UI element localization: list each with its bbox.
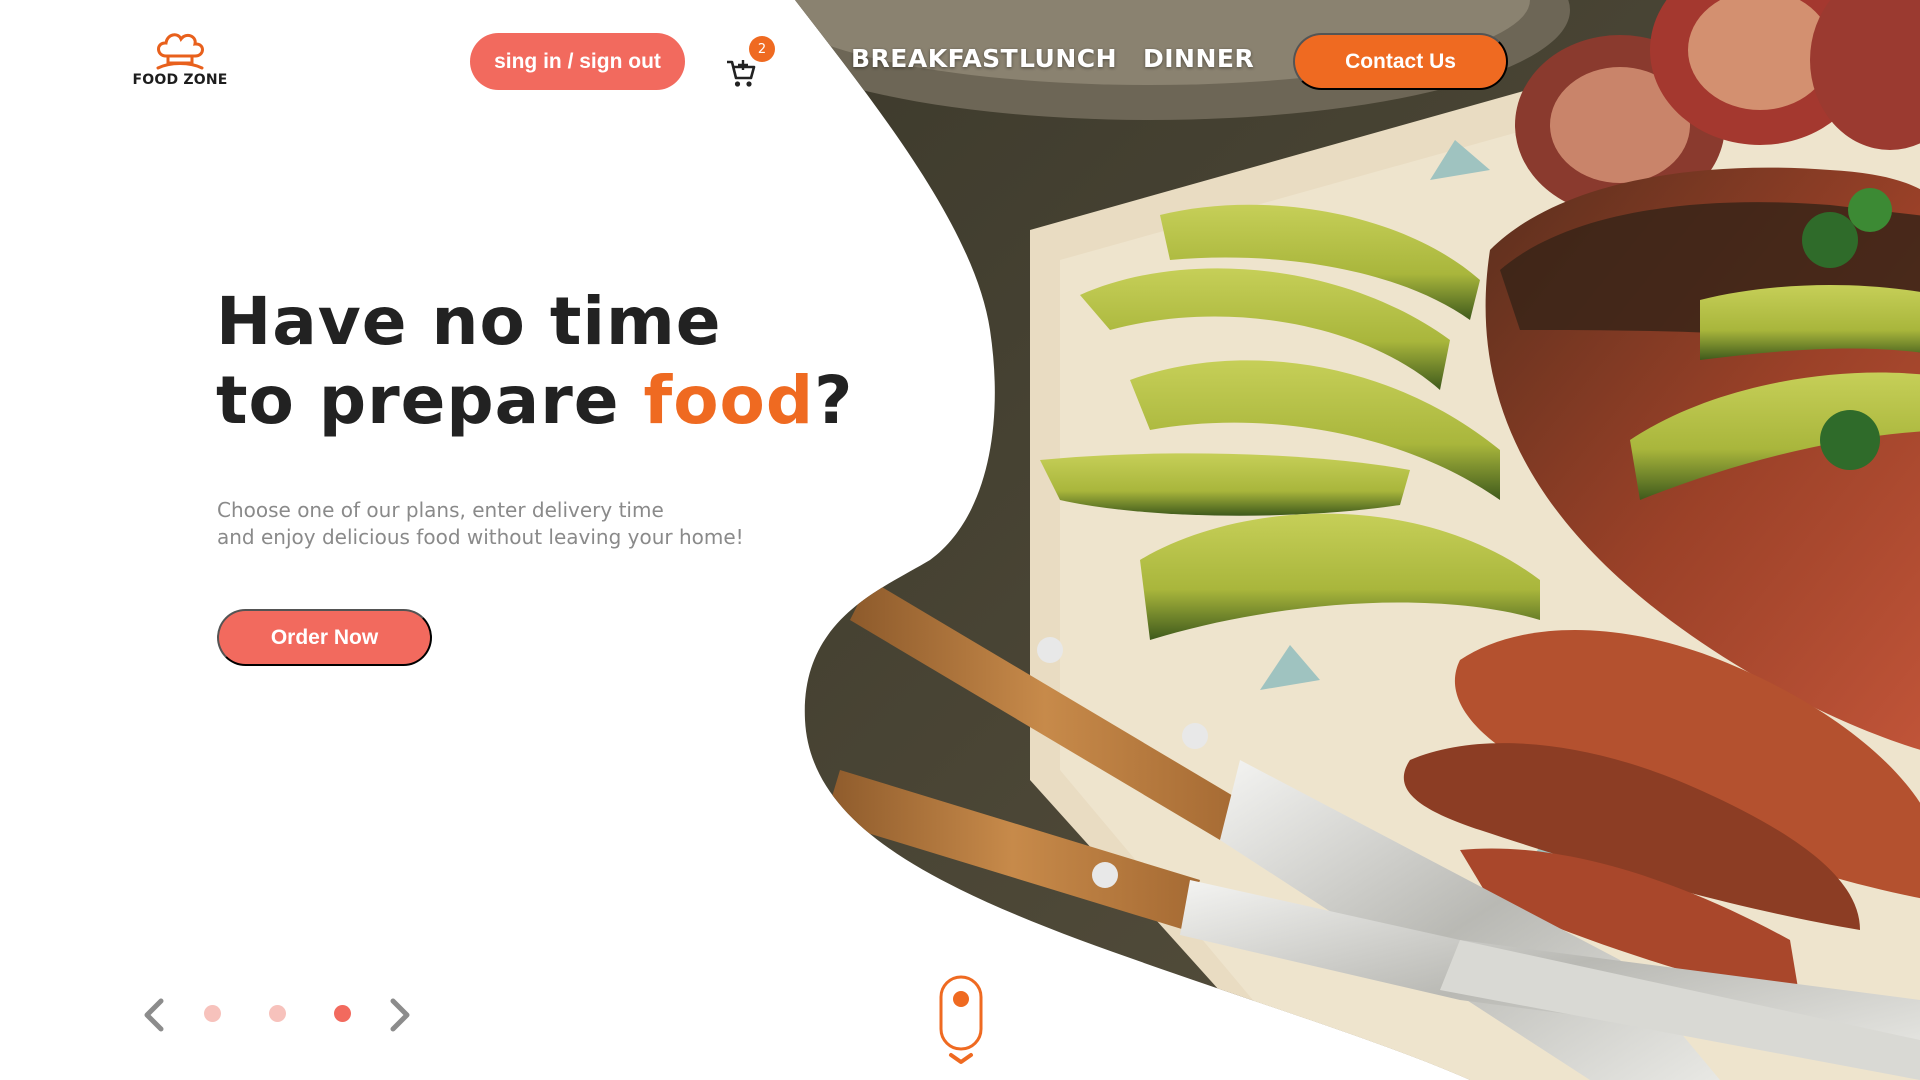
subtext-line-1: Choose one of our plans, enter delivery … — [217, 498, 664, 522]
slide-dot-3-active[interactable] — [334, 1005, 351, 1022]
hero-headline: Have no time to prepare food? — [216, 282, 853, 440]
cart-count-badge: 2 — [749, 36, 775, 62]
slide-dot-2[interactable] — [269, 1005, 286, 1022]
mouse-scroll-icon[interactable] — [937, 975, 985, 1065]
cart-button[interactable] — [724, 56, 758, 90]
order-now-button[interactable]: Order Now — [217, 609, 432, 666]
nav-breakfast[interactable]: BREAKFAST — [851, 44, 1018, 73]
brand-logo[interactable]: FOOD ZONE — [133, 30, 227, 90]
slide-dot-1[interactable] — [204, 1005, 221, 1022]
subtext-line-2: and enjoy delicious food without leaving… — [217, 525, 744, 549]
sign-in-button[interactable]: sing in / sign out — [470, 33, 685, 90]
nav-dinner[interactable]: DINNER — [1143, 44, 1254, 73]
headline-line-2-prefix: to prepare — [216, 362, 644, 439]
headline-line-1: Have no time — [216, 283, 722, 360]
chevron-right-icon[interactable] — [385, 995, 415, 1035]
chevron-left-icon[interactable] — [139, 995, 169, 1035]
brand-name: FOOD ZONE — [132, 72, 228, 88]
headline-suffix: ? — [814, 362, 854, 439]
headline-accent: food — [643, 362, 815, 439]
landing-page: FOOD ZONE sing in / sign out 2 BREAKFAST… — [0, 0, 1920, 1080]
hero-subtext: Choose one of our plans, enter delivery … — [217, 497, 777, 551]
nav-lunch[interactable]: LUNCH — [1019, 44, 1117, 73]
cart-icon — [727, 60, 756, 87]
contact-us-button[interactable]: Contact Us — [1293, 33, 1508, 90]
chef-hat-icon — [156, 33, 204, 70]
